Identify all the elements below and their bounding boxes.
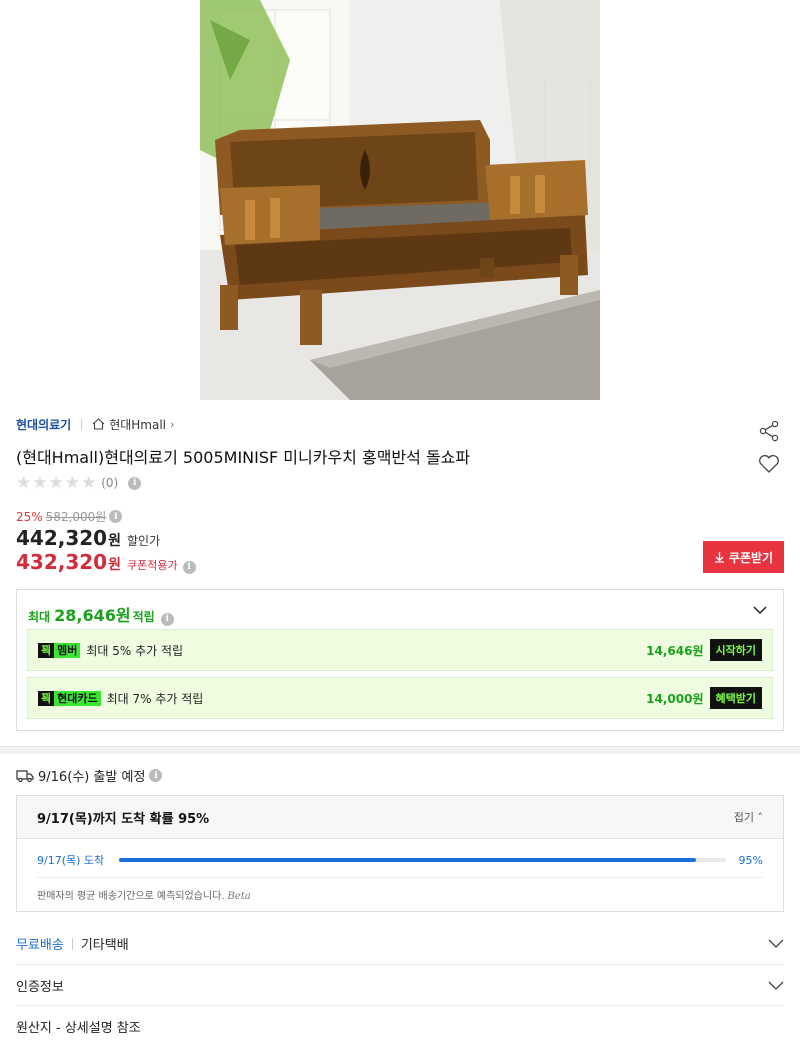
- share-icon[interactable]: [758, 420, 780, 442]
- reward-prefix: 최대: [28, 610, 51, 624]
- truck-icon: [16, 769, 34, 782]
- section-divider: [0, 746, 800, 754]
- original-price-row: 25% 582,000원 i: [16, 508, 123, 525]
- reward-row-amount: 14,000원: [646, 691, 704, 706]
- delivery-date-label: 9/17(목) 도착: [37, 854, 105, 867]
- chevron-down-icon: [768, 939, 784, 948]
- shipping-departure: 9/16(수) 출발 예정 i: [16, 766, 163, 785]
- divider: [71, 937, 73, 950]
- sale-price-tag: 할인가: [126, 534, 161, 548]
- free-shipping-label: 무료배송: [16, 938, 64, 953]
- departure-text: 9/16(수) 출발 예정: [38, 770, 146, 785]
- coupon-button-label: 쿠폰받기: [728, 550, 774, 565]
- star-icon: ★: [16, 472, 32, 493]
- certification-row[interactable]: 인증정보: [16, 976, 784, 995]
- chevron-right-icon: ›: [170, 417, 175, 431]
- info-icon[interactable]: i: [128, 476, 142, 490]
- start-member-button[interactable]: 시작하기: [709, 639, 762, 661]
- brand-link[interactable]: 현대의료기: [16, 416, 71, 433]
- beta-label: Beta: [227, 891, 251, 902]
- info-icon[interactable]: i: [182, 560, 196, 574]
- store-label: 현대Hmall: [109, 417, 167, 432]
- origin-row: 원산지 - 상세설명 참조: [16, 1017, 784, 1036]
- delivery-estimate-panel: 9/17(목)까지 도착 확률 95% 접기 ˄ 9/17(목) 도착 95% …: [16, 795, 784, 912]
- card-badge: 꾁 현대카드: [38, 690, 101, 706]
- reward-amount: 28,646원: [54, 606, 131, 625]
- reward-panel: 최대 28,646원 적립 i 꾁 멤버 최대 5% 추가 적립 14,646원 …: [16, 589, 784, 731]
- discount-rate: 25%: [16, 509, 43, 524]
- card-benefit-button[interactable]: 혜택받기: [709, 687, 762, 709]
- probability-percent: 95%: [738, 853, 763, 867]
- product-image[interactable]: [200, 0, 600, 400]
- probability-fill: [119, 858, 696, 862]
- delivery-note: 판매자의 평균 배송기간으로 예측되었습니다. Beta: [37, 887, 251, 902]
- probability-track: [119, 858, 726, 862]
- reward-summary: 최대 28,646원 적립 i: [28, 602, 174, 626]
- chevron-down-icon[interactable]: [753, 606, 767, 615]
- home-icon: [92, 418, 105, 430]
- reward-suffix: 적립: [132, 610, 155, 624]
- coupon-price-row: 432,320 원 쿠폰적용가 i: [16, 550, 196, 574]
- delivery-note-text: 판매자의 평균 배송기간으로 예측되었습니다.: [37, 891, 225, 902]
- divider: [16, 1005, 784, 1006]
- reward-row-amount: 14,646원: [646, 643, 704, 658]
- delivery-estimate-title: 9/17(목)까지 도착 확률 95%: [37, 811, 210, 827]
- product-actions: [758, 420, 780, 474]
- certification-label: 인증정보: [16, 980, 64, 995]
- star-icon: ★: [64, 472, 80, 493]
- coupon-price: 432,320: [16, 550, 108, 574]
- shipping-method-row[interactable]: 무료배송 기타택배: [16, 934, 784, 953]
- reward-row-member: 꾁 멤버 최대 5% 추가 적립 14,646원 시작하기: [27, 629, 773, 671]
- rating[interactable]: ★ ★ ★ ★ ★ (0) i: [16, 472, 142, 493]
- reward-row-desc: 최대 7% 추가 적립: [106, 691, 204, 706]
- delivery-probability-row: 9/17(목) 도착 95%: [37, 852, 763, 868]
- breadcrumb-divider: [81, 418, 83, 430]
- divider: [16, 964, 784, 965]
- member-badge: 꾁 멤버: [38, 642, 81, 658]
- divider: [37, 877, 763, 878]
- download-icon: [714, 552, 724, 563]
- sale-price-row: 442,320 원 할인가: [16, 526, 160, 550]
- reward-row-desc: 최대 5% 추가 적립: [86, 643, 184, 658]
- coupon-price-unit: 원: [108, 557, 121, 573]
- store-link[interactable]: 현대Hmall ›: [92, 416, 174, 433]
- info-icon[interactable]: i: [160, 612, 174, 626]
- star-icon: ★: [81, 472, 97, 493]
- review-count: (0): [101, 476, 119, 490]
- fold-label: 접기: [733, 811, 754, 824]
- original-price: 582,000원: [45, 510, 107, 524]
- coupon-download-button[interactable]: 쿠폰받기: [703, 541, 784, 573]
- star-icon: ★: [48, 472, 64, 493]
- star-icon: ★: [32, 472, 48, 493]
- chevron-up-icon: ˄: [757, 811, 764, 824]
- origin-label: 원산지 - 상세설명 참조: [16, 1021, 141, 1036]
- info-icon[interactable]: i: [149, 769, 163, 782]
- coupon-price-tag: 쿠폰적용가: [126, 559, 178, 572]
- reward-row-card: 꾁 현대카드 최대 7% 추가 적립 14,000원 혜택받기: [27, 677, 773, 719]
- breadcrumb: 현대의료기 현대Hmall ›: [16, 416, 174, 432]
- fold-toggle[interactable]: 접기 ˄: [734, 809, 763, 825]
- chevron-down-icon: [768, 981, 784, 990]
- product-title: (현대Hmall)현대의료기 5005MINISF 미니카우치 홍맥반석 돌쇼파: [16, 448, 471, 467]
- info-icon[interactable]: i: [109, 510, 123, 523]
- sale-price-unit: 원: [108, 533, 121, 549]
- carrier-label: 기타택배: [80, 938, 129, 953]
- heart-icon[interactable]: [758, 454, 780, 474]
- sale-price: 442,320: [16, 526, 108, 550]
- delivery-estimate-header: 9/17(목)까지 도착 확률 95% 접기 ˄: [17, 796, 783, 839]
